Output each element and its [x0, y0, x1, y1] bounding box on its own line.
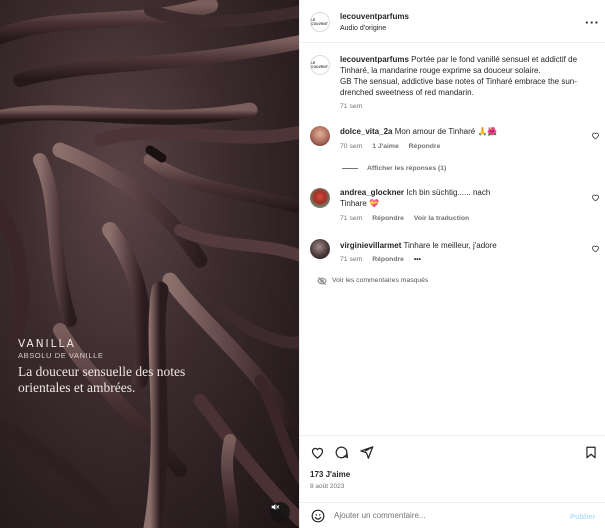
comment-username[interactable]: andrea_glockner — [340, 188, 404, 197]
reply-button[interactable]: Répondre — [372, 215, 404, 222]
hidden-comments-button[interactable]: Voir les commentaires masqués — [332, 277, 428, 284]
post-username[interactable]: lecouventparfums — [340, 12, 409, 21]
caption-time[interactable]: 71 sem — [340, 103, 362, 110]
heart-icon[interactable] — [310, 445, 325, 460]
comment-time[interactable]: 70 sem — [340, 143, 362, 150]
heart-icon[interactable] — [591, 131, 600, 140]
more-options-button[interactable]: ··· — [585, 15, 600, 30]
muted-speaker-icon — [271, 504, 280, 510]
comment-time[interactable]: 71 sem — [340, 256, 362, 263]
vanilla-pods-image — [0, 0, 299, 528]
caption-text-en: GB The sensual, addictive base notes of … — [340, 77, 577, 97]
more-icon: ··· — [585, 15, 600, 30]
comment-item: dolce_vita_2a Mon amour de Tinharé 🙏🌺 — [340, 126, 580, 137]
emoji-icon[interactable] — [311, 509, 325, 523]
comment-username[interactable]: virginievillarmet — [340, 241, 401, 250]
comment-meta: 71 sem Répondre Voir la traduction — [340, 215, 469, 222]
reply-button[interactable]: Répondre — [372, 256, 404, 263]
eye-off-icon — [317, 276, 327, 286]
bookmark-icon[interactable] — [584, 445, 598, 460]
replies-line — [342, 168, 358, 169]
post-date[interactable]: 8 août 2023 — [310, 483, 344, 490]
view-replies-button[interactable]: Afficher les réponses (1) — [367, 165, 446, 172]
comment-meta: 70 sem 1 J'aime Répondre — [340, 143, 440, 150]
comment-item: andrea_glockner Ich bin süchtig...... na… — [340, 187, 500, 209]
comment-bar: Publier — [300, 502, 605, 528]
translate-button[interactable]: Voir la traduction — [414, 215, 469, 222]
caption: lecouventparfums Portée par le fond vani… — [340, 54, 595, 98]
product-title: VANILLA — [18, 338, 76, 350]
likes-count[interactable]: 173 J'aime — [310, 470, 350, 479]
avatar[interactable] — [310, 188, 330, 208]
product-tagline: La douceur sensuelle des notes orientale… — [18, 364, 186, 395]
publish-button[interactable]: Publier — [570, 512, 595, 521]
audio-link[interactable]: Audio d'origine — [340, 25, 386, 32]
post-header: LE COUVENT lecouventparfums Audio d'orig… — [300, 0, 605, 43]
comment-input[interactable] — [334, 511, 554, 520]
mute-button[interactable] — [270, 502, 290, 522]
avatar[interactable] — [310, 126, 330, 146]
post-media[interactable]: VANILLA ABSOLU DE VANILLE La douceur sen… — [0, 0, 299, 528]
comment-more-button[interactable]: ••• — [414, 256, 421, 263]
comment-icon[interactable] — [334, 445, 349, 460]
share-icon[interactable] — [359, 445, 374, 460]
reply-button[interactable]: Répondre — [409, 143, 441, 150]
comment-likes[interactable]: 1 J'aime — [372, 143, 399, 150]
action-bar — [300, 435, 605, 501]
comment-time[interactable]: 71 sem — [340, 215, 362, 222]
comment-emoji: 💝 — [369, 199, 380, 208]
comment-emoji: 🙏🌺 — [477, 127, 498, 136]
avatar[interactable] — [310, 239, 330, 259]
comment-text: Mon amour de Tinharé — [394, 127, 476, 136]
avatar[interactable]: LE COUVENT — [310, 12, 330, 32]
comment-item: virginievillarmet Tinhare le meilleur, j… — [340, 240, 580, 251]
heart-icon[interactable] — [591, 244, 600, 253]
avatar[interactable]: LE COUVENT — [310, 55, 330, 75]
product-subtitle: ABSOLU DE VANILLE — [18, 351, 104, 360]
comment-username[interactable]: dolce_vita_2a — [340, 127, 392, 136]
comment-meta: 71 sem Répondre ••• — [340, 256, 421, 263]
heart-icon[interactable] — [591, 193, 600, 202]
comment-text: Tinhare le meilleur, j'adore — [403, 241, 497, 250]
caption-username[interactable]: lecouventparfums — [340, 55, 409, 64]
post-details-panel: LE COUVENT lecouventparfums Audio d'orig… — [299, 0, 605, 528]
